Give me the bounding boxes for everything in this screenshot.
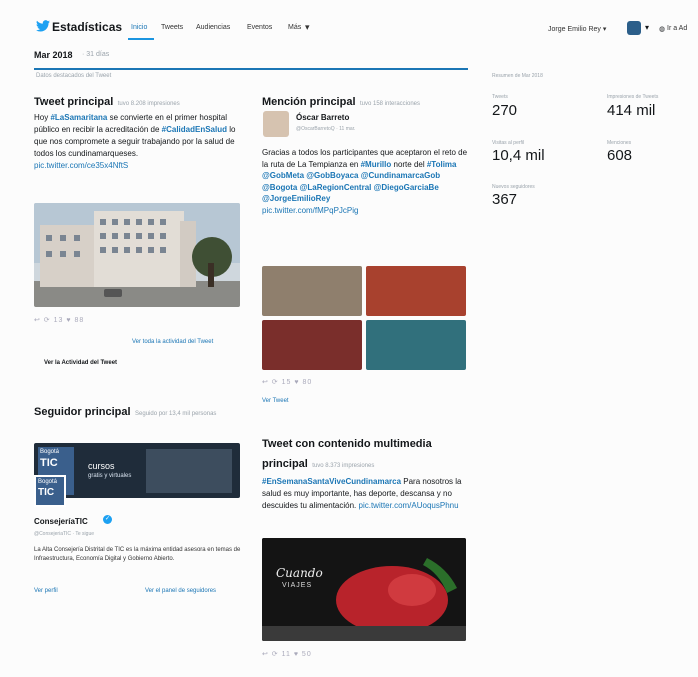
mention-user-name[interactable]: Óscar Barreto [296,113,349,122]
chevron-down-icon[interactable]: ▾ [305,22,310,33]
period-title: Mar 2018 [34,50,73,60]
view-followers-dashboard-link[interactable]: Ver el panel de seguidores [145,588,216,594]
tab-eventos[interactable]: Eventos [247,24,272,31]
active-tab-indicator [128,38,154,40]
view-tweet-link[interactable]: Ver Tweet [262,398,289,404]
hashtag-link[interactable]: #CalidadEnSalud [162,125,227,134]
hashtag-link[interactable]: #Murillo [361,160,392,169]
section-divider [34,68,468,70]
period-days: · 31 días [82,51,110,58]
tweet-actions[interactable]: ↩ ⟳ 13 ♥ 88 [34,316,84,324]
top-media-title-line2: principal tuvo 8.373 impresiones [262,458,375,470]
tab-inicio[interactable]: Inicio [131,24,147,31]
mention-photo-4[interactable] [366,320,466,370]
account-menu[interactable]: Jorge Emilio Rey ▾ [548,25,606,33]
mention-user-handle[interactable]: @OscarBarretoQ · 11 mar. [296,126,355,132]
stat-label-impressions: Impresiones de Tweets [607,94,659,100]
top-follower-title: Seguidor principal [34,406,131,418]
stat-value-new-followers: 367 [492,191,518,208]
stat-value-tweets: 270 [492,102,518,119]
mention-photo-1[interactable] [262,266,362,316]
hashtag-link[interactable]: #Tolima [427,160,457,169]
tab-audiencias[interactable]: Audiencias [196,24,230,31]
globe-icon[interactable]: ◍ [659,25,665,33]
stat-label-new-followers: Nuevos seguidores [492,184,535,190]
top-media-subtitle: tuvo 8.373 impresiones [312,463,375,469]
highlights-label: Datos destacados del Tweet [36,73,112,79]
mention-photo-3[interactable] [262,320,362,370]
view-tweet-activity-link[interactable]: Ver toda la actividad del Tweet [132,339,213,345]
tab-mas[interactable]: Más [288,24,301,31]
hospital-photo[interactable] [34,203,240,307]
top-tweet-subtitle: tuvo 8.208 impresiones [117,101,180,107]
top-tweet-text: Hoy #LaSamaritana se convierte en el pri… [34,113,236,170]
mention-text: Gracias a todos los participantes que ac… [262,148,468,215]
top-media-text: #EnSemanaSantaViveCundinamarca Para noso… [262,477,462,510]
verified-icon: ✓ [103,515,112,524]
tab-tweets[interactable]: Tweets [161,24,183,31]
stat-label-tweets: Tweets [492,94,508,100]
tweet-media-link[interactable]: pic.twitter.com/AUoqusPhnu [359,501,459,510]
follower-handle[interactable]: @ConsejeriaTIC · Te sigue [34,531,94,537]
stat-label-mentions: Menciones [607,140,632,146]
brand-title[interactable]: Estadísticas [52,20,122,34]
stat-value-mentions: 608 [607,147,633,164]
chevron-down-icon[interactable]: ▾ [645,23,649,32]
stat-value-profile-visits: 10,4 mil [492,147,545,164]
media-photo[interactable]: Cuando VIAJES [262,538,466,641]
avatar[interactable] [627,21,641,35]
top-media-title: Tweet con contenido multimedia [262,438,432,450]
follower-bio: La Alta Consejería Distrital de TIC es l… [34,547,241,562]
mention-photo-2[interactable] [366,266,466,316]
hashtag-link[interactable]: #LaSamaritana [50,113,107,122]
tweet-actions[interactable]: ↩ ⟳ 15 ♥ 80 [262,378,312,386]
top-mention-title: Mención principal [262,96,356,108]
tweet-media-link[interactable]: pic.twitter.com/fMPqPJcPig [262,206,358,215]
avatar[interactable] [263,111,289,137]
top-mention-card: Mención principal tuvo 158 interacciones [262,92,472,110]
hashtag-link[interactable]: #EnSemanaSantaViveCundinamarca [262,477,401,486]
media-image-title: Cuando [276,566,323,580]
twitter-bird-icon[interactable] [36,20,50,32]
mentions-list[interactable]: @GobMeta @GobBoyaca @CundinamarcaGob @Bo… [262,171,440,203]
tweet-media-link[interactable]: pic.twitter.com/ce35x4NftS [34,161,128,170]
media-image-subtitle: VIAJES [282,582,313,589]
top-follower-card: Seguidor principal Seguido por 13,4 mil … [34,404,244,421]
stat-value-impressions: 414 mil [607,102,656,119]
tweet-activity-button[interactable]: Ver la Actividad del Tweet [44,360,117,366]
follower-name[interactable]: ConsejeríaTIC [34,517,88,526]
summary-label: Resumen de Mar 2018 [492,73,543,79]
view-profile-link[interactable]: Ver perfil [34,588,58,594]
stat-label-profile-visits: Visitas al perfil [492,140,525,146]
top-follower-subtitle: Seguido por 13,4 mil personas [135,411,217,417]
top-tweet-title: Tweet principal [34,96,114,108]
top-mention-subtitle: tuvo 158 interacciones [359,101,421,107]
top-tweet-card: Tweet principal tuvo 8.208 impresiones [34,92,244,110]
ads-link[interactable]: Ir a Ad [667,25,687,32]
avatar[interactable]: Bogotá TIC [34,475,66,507]
tweet-actions[interactable]: ↩ ⟳ 11 ♥ 50 [262,650,312,658]
